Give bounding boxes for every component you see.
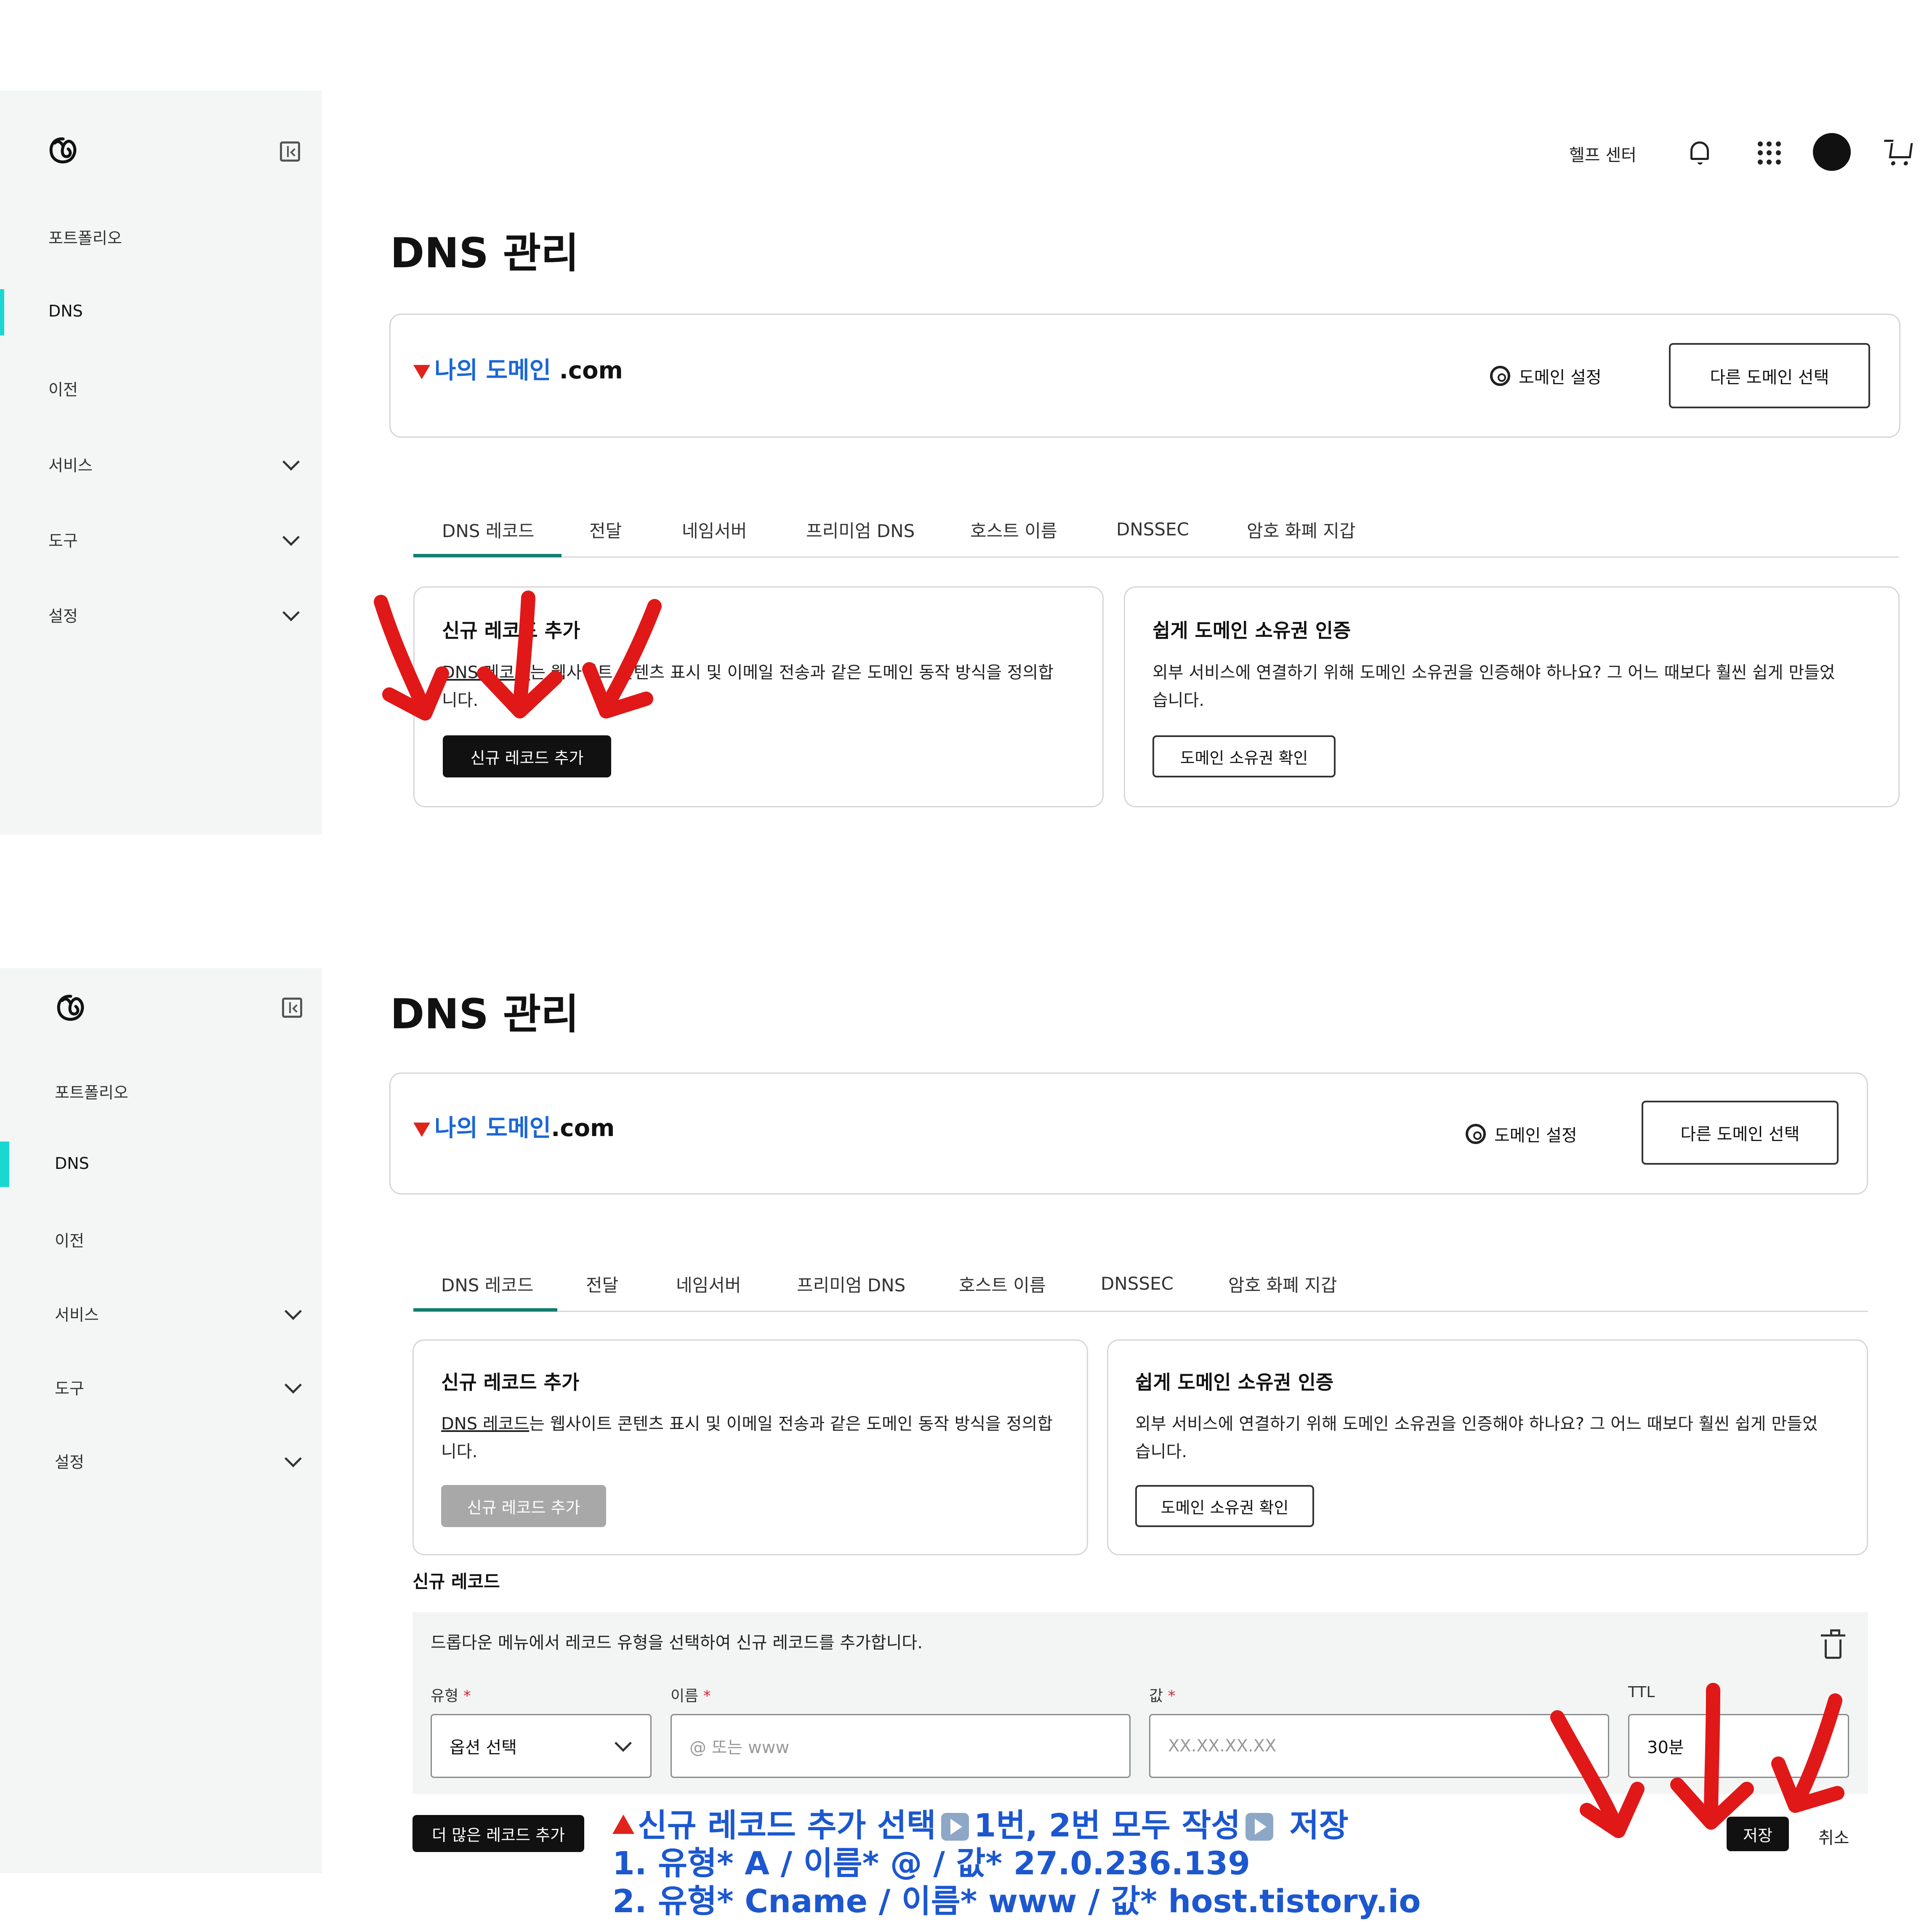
red-triangle-marker <box>413 365 430 379</box>
sidebar-collapse-icon[interactable] <box>282 998 302 1018</box>
add-record-card-text: DNS 레코드는 웹사이트 콘텐츠 표시 및 이메일 전송과 같은 도메인 동작… <box>441 1414 1053 1461</box>
verify-ownership-card-title: 쉽게 도메인 소유권 인증 <box>1152 619 1351 642</box>
sidebar-collapse-icon[interactable] <box>280 141 300 162</box>
sidebar-active-indicator <box>0 1142 9 1187</box>
new-record-description: 드롭다운 메뉴에서 레코드 유형을 선택하여 신규 레코드를 추가합니다. <box>431 1633 923 1653</box>
sidebar-item-portfolio[interactable]: 포트폴리오 <box>55 1080 128 1103</box>
sidebar-item-dns[interactable]: DNS <box>48 302 83 320</box>
verify-ownership-button[interactable]: 도메인 소유권 확인 <box>1152 735 1336 777</box>
domain-settings-link[interactable]: 도메인 설정 <box>1466 1122 1577 1146</box>
help-center-link[interactable]: 헬프 센터 <box>1569 141 1637 166</box>
verify-ownership-card-title: 쉽게 도메인 소유권 인증 <box>1135 1371 1334 1394</box>
tab-premium-dns[interactable]: 프리미엄 DNS <box>806 517 915 543</box>
tab-active-indicator <box>413 1308 557 1312</box>
tab-hostnames[interactable]: 호스트 이름 <box>970 517 1057 543</box>
chevron-down-icon <box>614 1734 632 1752</box>
add-record-card-title: 신규 레코드 추가 <box>441 1371 580 1394</box>
page-title: DNS 관리 <box>390 990 579 1038</box>
page-title: DNS 관리 <box>390 229 579 277</box>
tab-crypto-wallet[interactable]: 암호 화폐 지갑 <box>1247 517 1356 543</box>
tab-forwarding[interactable]: 전달 <box>589 517 622 543</box>
verify-ownership-button[interactable]: 도메인 소유권 확인 <box>1135 1485 1314 1527</box>
add-record-card-title: 신규 레코드 추가 <box>442 619 580 642</box>
type-label: 유형 * <box>431 1687 471 1705</box>
tab-dnssec[interactable]: DNSSEC <box>1101 1273 1174 1294</box>
red-up-triangle-marker <box>612 1815 634 1834</box>
play-arrow-icon <box>941 1813 969 1841</box>
tab-forwarding[interactable]: 전달 <box>586 1271 618 1297</box>
cart-icon[interactable] <box>1889 143 1913 158</box>
type-select[interactable]: 옵션 선택 <box>431 1714 652 1778</box>
sidebar-item-services[interactable]: 서비스 <box>48 452 93 476</box>
tab-dnssec[interactable]: DNSSEC <box>1116 519 1189 540</box>
red-triangle-marker <box>413 1122 430 1137</box>
annotation-line-3: 2. 유형* Cname / 이름* www / 값* host.tistory… <box>612 1882 1421 1920</box>
sidebar <box>0 968 322 1873</box>
gear-icon <box>1490 366 1510 386</box>
sidebar-item-portfolio[interactable]: 포트폴리오 <box>48 225 122 248</box>
ttl-select[interactable]: 30분 <box>1628 1714 1849 1778</box>
bell-icon[interactable] <box>1690 141 1709 165</box>
tab-premium-dns[interactable]: 프리미엄 DNS <box>797 1271 905 1297</box>
play-arrow-icon <box>1245 1813 1274 1841</box>
tab-dns-records[interactable]: DNS 레코드 <box>442 517 535 543</box>
tab-active-indicator <box>413 554 562 557</box>
sidebar-item-dns[interactable]: DNS <box>55 1154 89 1173</box>
avatar[interactable] <box>1813 133 1851 171</box>
red-arrow-icon <box>1580 1782 1645 1838</box>
tab-nameservers[interactable]: 네임서버 <box>682 517 747 543</box>
ttl-label: TTL <box>1628 1684 1655 1701</box>
tab-divider <box>413 556 1899 558</box>
verify-ownership-card-text: 외부 서비스에 연결하기 위해 도메인 소유권을 인증해야 하나요? 그 어느 … <box>1135 1414 1818 1461</box>
sidebar-active-indicator <box>0 289 4 335</box>
sidebar-item-transfer[interactable]: 이전 <box>55 1228 84 1251</box>
domain-settings-link[interactable]: 도메인 설정 <box>1490 364 1602 388</box>
domain-name: 나의 도메인 .com <box>413 351 623 386</box>
sidebar-item-settings[interactable]: 설정 <box>48 603 78 626</box>
sidebar-item-services[interactable]: 서비스 <box>55 1302 99 1325</box>
tab-nameservers[interactable]: 네임서버 <box>676 1271 741 1297</box>
value-input[interactable]: XX.XX.XX.XX <box>1149 1714 1609 1778</box>
save-button[interactable]: 저장 <box>1727 1817 1789 1851</box>
godaddy-logo-icon <box>57 995 84 1021</box>
dns-records-link[interactable]: DNS 레코드 <box>441 1414 529 1434</box>
add-new-record-button-disabled: 신규 레코드 추가 <box>441 1485 606 1527</box>
name-label: 이름 * <box>671 1687 711 1705</box>
name-input[interactable]: @ 또는 www <box>671 1714 1131 1778</box>
add-new-record-button[interactable]: 신규 레코드 추가 <box>443 735 611 777</box>
sidebar-item-transfer[interactable]: 이전 <box>48 377 78 400</box>
apps-grid-icon[interactable] <box>1758 141 1781 165</box>
verify-ownership-card-text: 외부 서비스에 연결하기 위해 도메인 소유권을 인증해야 하나요? 그 어느 … <box>1152 663 1835 710</box>
select-other-domain-button[interactable]: 다른 도메인 선택 <box>1669 343 1870 408</box>
add-more-records-button[interactable]: 더 많은 레코드 추가 <box>412 1815 584 1852</box>
tab-hostnames[interactable]: 호스트 이름 <box>959 1271 1046 1297</box>
gear-icon <box>1466 1124 1486 1144</box>
sidebar-item-settings[interactable]: 설정 <box>55 1449 84 1472</box>
tab-divider <box>413 1311 1868 1312</box>
domain-name: 나의 도메인.com <box>413 1109 615 1143</box>
trash-icon[interactable] <box>1821 1629 1845 1659</box>
dns-records-link[interactable]: DNS 레코드 <box>442 663 530 682</box>
sidebar-item-tools[interactable]: 도구 <box>48 528 78 551</box>
tab-dns-records[interactable]: DNS 레코드 <box>441 1271 534 1297</box>
add-record-card-text: DNS 레코드는 웹사이트 콘텐츠 표시 및 이메일 전송과 같은 도메인 동작… <box>442 663 1054 710</box>
godaddy-logo-icon <box>49 137 77 164</box>
cancel-button[interactable]: 취소 <box>1818 1824 1850 1849</box>
new-record-heading: 신규 레코드 <box>412 1571 500 1592</box>
tab-crypto-wallet[interactable]: 암호 화폐 지갑 <box>1228 1271 1337 1297</box>
sidebar-item-tools[interactable]: 도구 <box>55 1376 84 1399</box>
value-label: 값 * <box>1149 1687 1176 1705</box>
select-other-domain-button[interactable]: 다른 도메인 선택 <box>1642 1101 1839 1165</box>
